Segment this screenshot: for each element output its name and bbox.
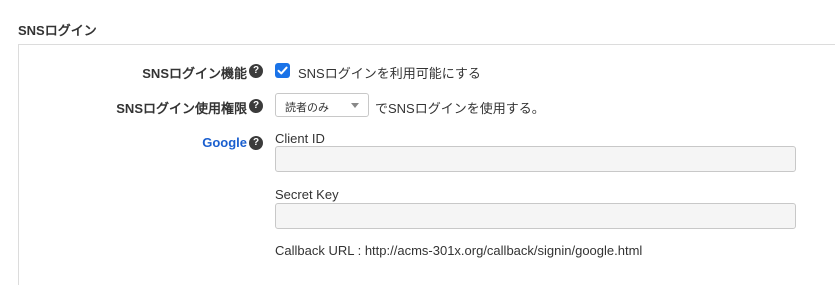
checkmark-icon [277, 66, 288, 75]
secret-key-label: Secret Key [275, 187, 339, 202]
sns-login-enable-label[interactable]: SNSログインを利用可能にする [298, 63, 481, 82]
permission-suffix-text: でSNSログインを使用する。 [375, 101, 545, 116]
permission-select[interactable]: 読者のみ [275, 93, 369, 117]
sns-login-permission-label: SNSログイン使用権限 [116, 101, 247, 116]
client-id-input[interactable] [275, 146, 796, 172]
secret-key-input[interactable] [275, 203, 796, 229]
help-icon[interactable]: ? [249, 64, 263, 78]
client-id-label: Client ID [275, 131, 325, 146]
row-sns-login-permission: SNSログイン使用権限 ? 読者のみ でSNSログインを使用する。 [19, 93, 835, 119]
caret-down-icon [351, 103, 359, 108]
help-icon[interactable]: ? [249, 99, 263, 113]
sns-login-feature-label: SNSログイン機能 [142, 66, 247, 81]
sns-login-enable-checkbox[interactable] [275, 63, 290, 78]
google-link[interactable]: Google [202, 135, 247, 150]
section-title: SNSログイン [18, 23, 97, 38]
permission-select-value: 読者のみ [285, 102, 329, 114]
sns-login-settings-panel: SNSログイン機能 ? SNSログインを利用可能にする SNSログイン使用権限 … [18, 44, 835, 285]
row-sns-login-feature: SNSログイン機能 ? SNSログインを利用可能にする [19, 61, 835, 83]
row-google: Google ? Client ID Secret Key Callback U… [19, 131, 835, 271]
help-icon[interactable]: ? [249, 136, 263, 150]
callback-url-text: Callback URL : http://acms-301x.org/call… [275, 243, 643, 258]
